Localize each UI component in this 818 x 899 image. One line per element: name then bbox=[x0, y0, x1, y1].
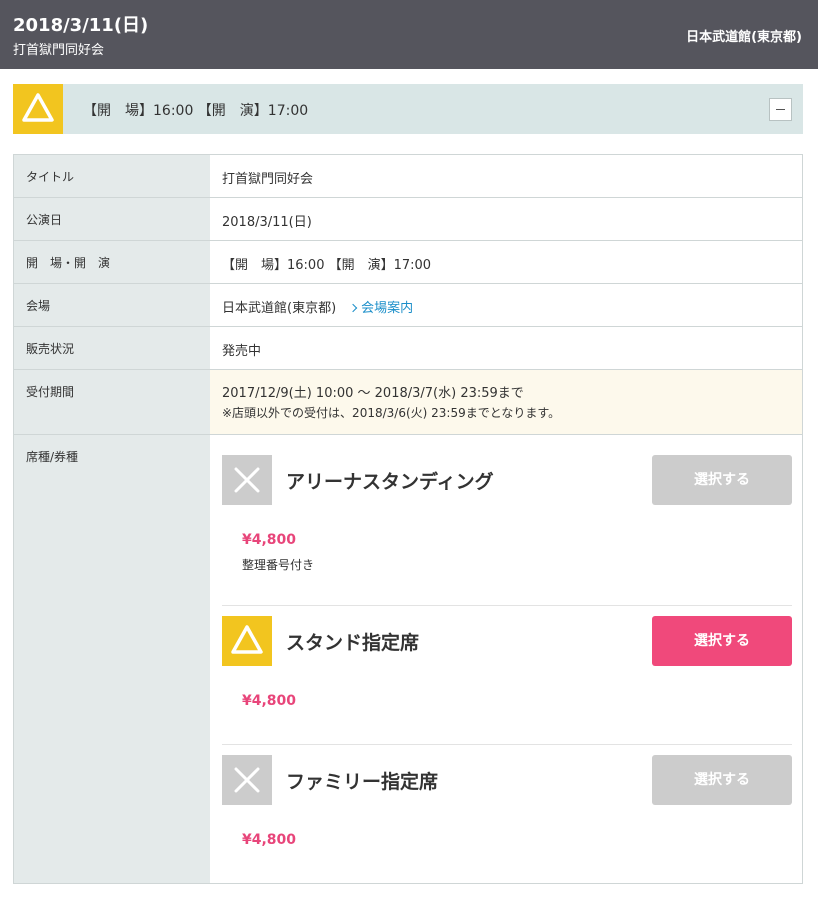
value-venue: 日本武道館(東京都) bbox=[222, 301, 337, 316]
row-title: タイトル 打首獄門同好会 bbox=[14, 155, 802, 198]
ticket-divider bbox=[222, 744, 792, 745]
value-sales-status: 発売中 bbox=[222, 344, 262, 359]
event-date: 2018/3/11(日) bbox=[13, 15, 149, 36]
row-venue: 会場 日本武道館(東京都) 会場案内 bbox=[14, 284, 802, 327]
label-seat-types: 席種/券種 bbox=[26, 450, 79, 464]
event-artist: 打首獄門同好会 bbox=[13, 43, 105, 58]
value-period-line1: 2017/12/9(土) 10:00 ～ 2018/3/7(水) 23:59まで bbox=[222, 386, 524, 401]
collapse-button[interactable] bbox=[769, 98, 792, 121]
ticket-stand-reserved: スタンド指定席 選択する ¥4,800 bbox=[222, 605, 792, 745]
ticket-price: ¥4,800 bbox=[242, 693, 297, 709]
event-header: 2018/3/11(日) 打首獄門同好会 日本武道館(東京都) bbox=[0, 0, 818, 69]
event-venue: 日本武道館(東京都) bbox=[686, 30, 802, 45]
select-button-stand[interactable]: 選択する bbox=[652, 616, 792, 666]
ticket-arena-standing: アリーナスタンディング 選択する ¥4,800 整理番号付き bbox=[222, 455, 792, 605]
label-reception-period: 受付期間 bbox=[26, 385, 75, 399]
ticket-note: 整理番号付き bbox=[242, 558, 315, 572]
ticket-family-reserved: ファミリー指定席 選択する ¥4,800 bbox=[222, 744, 792, 883]
row-open-start: 開 場・開 演 【開 場】16:00 【開 演】17:00 bbox=[14, 241, 802, 284]
label-venue: 会場 bbox=[26, 299, 51, 313]
chevron-right-icon bbox=[348, 303, 358, 313]
row-reception-period: 受付期間 2017/12/9(土) 10:00 ～ 2018/3/7(水) 23… bbox=[14, 370, 802, 435]
select-button-family[interactable]: 選択する bbox=[652, 755, 792, 805]
triangle-icon bbox=[222, 616, 272, 666]
label-title: タイトル bbox=[26, 170, 75, 184]
venue-guide-link[interactable]: 会場案内 bbox=[336, 301, 413, 316]
x-icon bbox=[222, 755, 272, 805]
row-seat-types: 席種/券種 アリーナスタンディング 選択する ¥4,800 整理番号付き スタン… bbox=[14, 435, 802, 883]
x-icon bbox=[222, 455, 272, 505]
ticket-divider bbox=[222, 605, 792, 606]
banner-times: 【開 場】16:00 【開 演】17:00 bbox=[83, 103, 309, 119]
performance-banner[interactable]: 【開 場】16:00 【開 演】17:00 bbox=[13, 84, 803, 134]
triangle-icon bbox=[13, 84, 63, 134]
value-period-line2: ※店頭以外での受付は、2018/3/6(火) 23:59までとなります。 bbox=[222, 406, 561, 420]
ticket-name: ファミリー指定席 bbox=[286, 771, 439, 793]
label-sales-status: 販売状況 bbox=[26, 342, 75, 356]
ticket-name: スタンド指定席 bbox=[286, 632, 420, 654]
ticket-price: ¥4,800 bbox=[242, 832, 297, 848]
ticket-price: ¥4,800 bbox=[242, 532, 297, 548]
label-date: 公演日 bbox=[26, 213, 63, 227]
row-date: 公演日 2018/3/11(日) bbox=[14, 198, 802, 241]
event-details-table: タイトル 打首獄門同好会 公演日 2018/3/11(日) 開 場・開 演 【開… bbox=[13, 154, 803, 884]
ticket-name: アリーナスタンディング bbox=[286, 471, 494, 493]
value-open-start: 【開 場】16:00 【開 演】17:00 bbox=[222, 258, 432, 273]
row-sales-status: 販売状況 発売中 bbox=[14, 327, 802, 370]
value-title: 打首獄門同好会 bbox=[222, 172, 314, 187]
label-open-start: 開 場・開 演 bbox=[26, 256, 111, 270]
select-button-arena[interactable]: 選択する bbox=[652, 455, 792, 505]
value-date: 2018/3/11(日) bbox=[222, 215, 312, 230]
venue-guide-label: 会場案内 bbox=[361, 301, 414, 316]
